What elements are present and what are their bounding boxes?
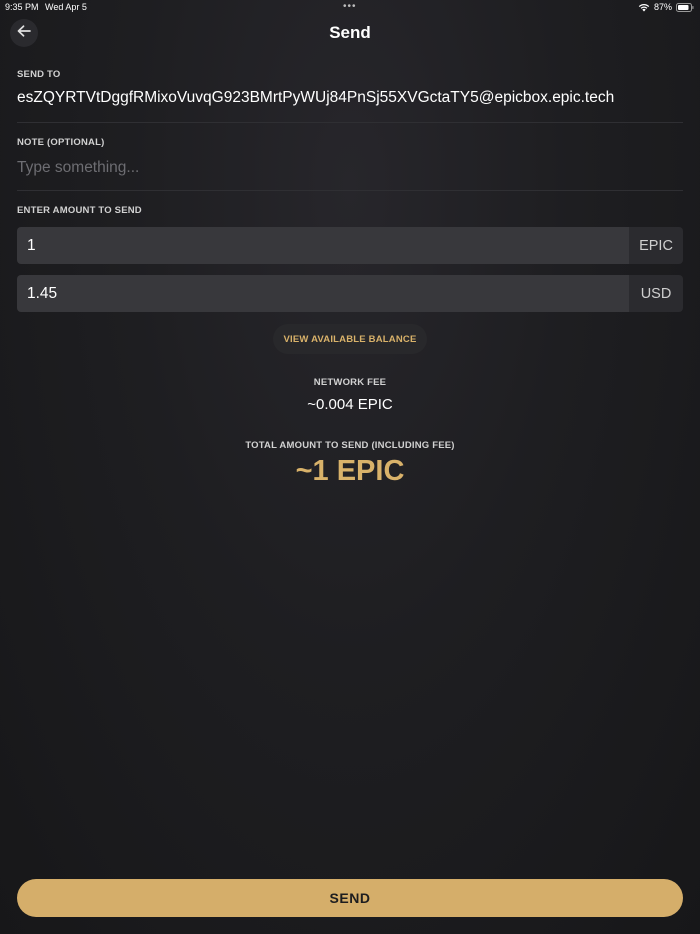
status-bar: 9:35 PM Wed Apr 5 ••• 87% xyxy=(0,0,700,14)
crypto-amount-input[interactable]: 1 xyxy=(17,227,629,264)
page-title: Send xyxy=(329,23,371,42)
status-time: 9:35 PM xyxy=(5,2,39,12)
crypto-amount-row: 1 EPIC xyxy=(17,227,683,264)
status-indicators: 87% xyxy=(638,2,694,12)
send-button[interactable]: SEND xyxy=(17,879,683,917)
amount-label: ENTER AMOUNT TO SEND xyxy=(17,205,142,216)
divider xyxy=(17,190,683,191)
view-balance-button[interactable]: VIEW AVAILABLE BALANCE xyxy=(273,324,427,354)
battery-icon xyxy=(676,2,694,12)
wifi-icon xyxy=(638,3,650,12)
fiat-unit-label: USD xyxy=(629,275,683,312)
multitasking-dots-icon[interactable]: ••• xyxy=(343,1,357,12)
network-fee-value: ~0.004 EPIC xyxy=(307,396,393,413)
send-to-label: SEND TO xyxy=(17,69,61,80)
network-fee-label: NETWORK FEE xyxy=(313,377,387,388)
crypto-unit-label: EPIC xyxy=(629,227,683,264)
battery-percent: 87% xyxy=(653,2,672,12)
status-date: Wed Apr 5 xyxy=(45,2,87,12)
header: Send xyxy=(0,17,700,49)
note-input[interactable] xyxy=(17,157,677,179)
recipient-address[interactable]: esZQYRTVtDggfRMixoVuvqG923BMrtPyWUj84PnS… xyxy=(17,89,614,107)
note-label: NOTE (OPTIONAL) xyxy=(17,137,105,148)
divider xyxy=(17,122,683,123)
total-amount-label: TOTAL AMOUNT TO SEND (INCLUDING FEE) xyxy=(245,440,455,451)
total-amount-value: ~1 EPIC xyxy=(295,455,405,487)
fiat-amount-row: 1.45 USD xyxy=(17,275,683,312)
fiat-amount-input[interactable]: 1.45 xyxy=(17,275,629,312)
